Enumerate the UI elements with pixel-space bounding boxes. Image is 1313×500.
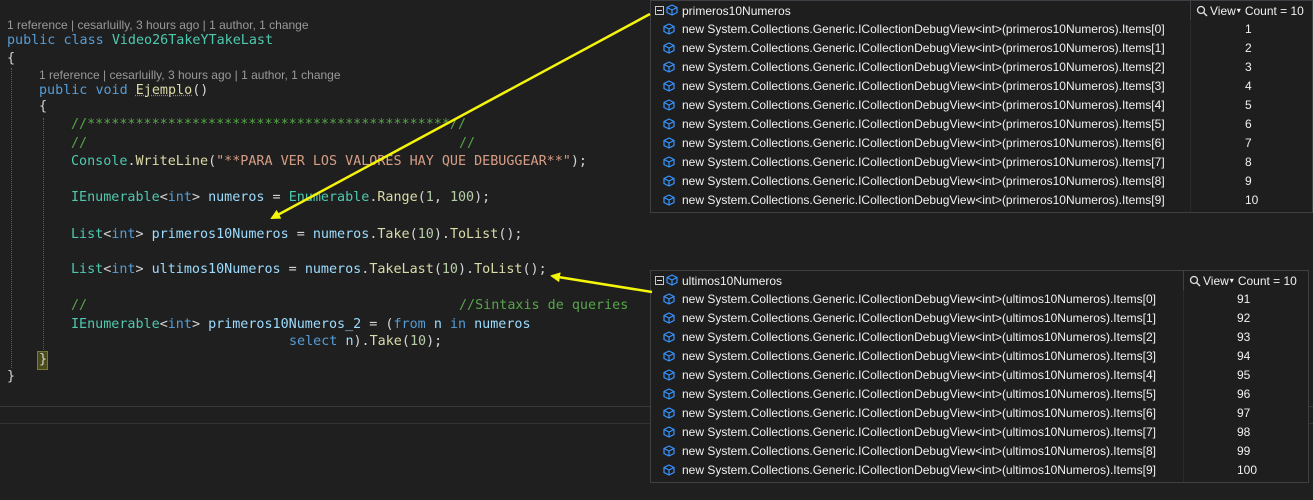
arrow-primeros (270, 12, 651, 220)
annotation-overlay (270, 12, 653, 294)
arrow-ultimos (550, 272, 653, 294)
